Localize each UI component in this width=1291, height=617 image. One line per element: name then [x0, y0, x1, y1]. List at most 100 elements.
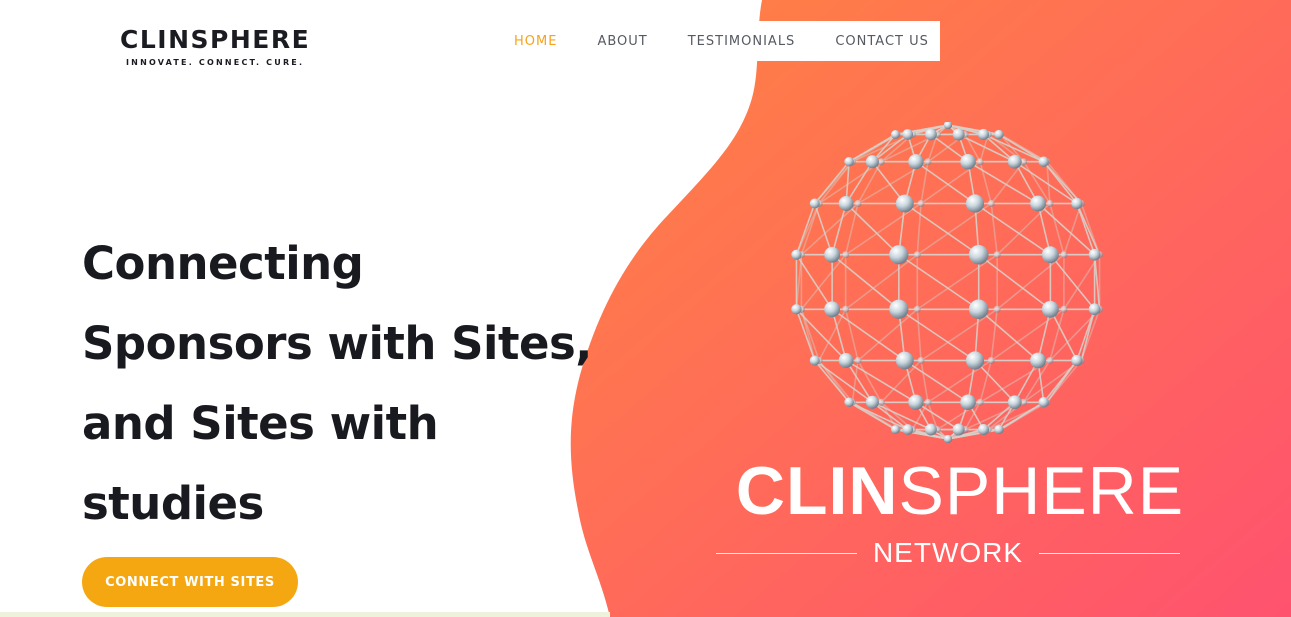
- sphere-node: [960, 153, 976, 170]
- sphere-edge: [1080, 203, 1101, 256]
- sphere-node: [994, 424, 1004, 435]
- sphere-node: [1046, 357, 1054, 364]
- headline-line: and Sites with: [82, 397, 439, 450]
- sphere-node: [895, 194, 914, 213]
- sphere-edge: [1080, 308, 1101, 361]
- sphere-node: [1038, 156, 1049, 167]
- sphere-edge: [990, 203, 998, 255]
- sphere-node: [965, 194, 985, 213]
- sphere-node: [809, 355, 820, 366]
- sphere-node: [994, 129, 1004, 140]
- divider-right: [1039, 552, 1181, 554]
- sphere-edge: [979, 161, 993, 204]
- sphere-node: [924, 128, 937, 141]
- sphere-node: [952, 128, 965, 141]
- hero-headline: Connecting Sponsors with Sites, and Site…: [82, 224, 682, 544]
- sphere-node: [889, 245, 909, 265]
- sphere-edge: [996, 202, 1051, 256]
- network-sphere-icon: [791, 122, 1104, 443]
- sphere-node: [1041, 300, 1059, 318]
- sphere-node: [1030, 352, 1046, 369]
- sphere-node: [838, 353, 854, 368]
- sphere-edge: [920, 360, 929, 403]
- sphere-node: [902, 129, 914, 140]
- divider-left: [716, 552, 857, 554]
- sphere-node: [865, 155, 879, 169]
- sphere-node: [924, 158, 932, 166]
- logo-tagline: INNOVATE. CONNECT. CURE.: [126, 58, 305, 67]
- sphere-node: [1038, 397, 1049, 408]
- sphere-node: [895, 351, 914, 370]
- sphere-node: [976, 158, 984, 166]
- sphere-node: [987, 200, 995, 207]
- sphere-edge: [795, 203, 816, 256]
- sphere-edge: [904, 202, 980, 256]
- sphere-node: [854, 357, 862, 364]
- nav-testimonials[interactable]: TESTIMONIALS: [688, 34, 796, 49]
- sphere-edge: [831, 254, 900, 310]
- nav-home[interactable]: HOME: [514, 34, 557, 49]
- sphere-edge: [845, 202, 900, 256]
- sphere-edge: [916, 309, 922, 361]
- sphere-node: [952, 423, 965, 436]
- page: CLINSPHERE INNOVATE. CONNECT. CURE. HOME…: [0, 0, 1291, 617]
- sphere-node: [978, 128, 990, 141]
- sphere-node: [1088, 303, 1101, 316]
- sphere-node: [842, 251, 850, 259]
- sphere-node: [1046, 200, 1054, 207]
- sphere-node: [924, 398, 932, 406]
- sphere-node: [978, 423, 990, 436]
- sphere-wireframe: [791, 122, 1104, 443]
- sphere-edge: [795, 308, 816, 361]
- sphere-node: [865, 395, 879, 409]
- sphere-edge: [996, 254, 1065, 310]
- brand-wordmark: CLINSPHERE: [730, 455, 1190, 527]
- sphere-edge: [1049, 254, 1096, 310]
- sphere-node: [908, 154, 924, 170]
- sphere-node: [993, 305, 1001, 313]
- sphere-node: [791, 304, 802, 315]
- sphere-edge: [978, 254, 1051, 310]
- sphere-edge: [978, 308, 1039, 362]
- sphere-node: [824, 246, 841, 263]
- sphere-edge: [920, 308, 998, 362]
- headline-line: studies: [82, 477, 264, 530]
- sphere-node: [993, 251, 1001, 259]
- sphere-node: [809, 198, 820, 209]
- sphere-node: [854, 200, 862, 207]
- sphere-node: [1071, 354, 1083, 367]
- sphere-node: [902, 424, 914, 435]
- connect-with-sites-button[interactable]: CONNECT WITH SITES: [82, 557, 298, 607]
- sphere-edge: [1046, 161, 1082, 205]
- sphere-node: [976, 398, 984, 406]
- brand-wordmark-light: SPHERE: [898, 453, 1185, 529]
- nav-about[interactable]: ABOUT: [597, 34, 647, 49]
- sphere-node: [908, 394, 924, 410]
- sphere-node: [960, 394, 976, 411]
- sphere-edge: [844, 309, 859, 361]
- sphere-node: [1041, 246, 1059, 264]
- sphere-node: [965, 351, 985, 370]
- sphere-node: [844, 156, 854, 167]
- sphere-node: [890, 130, 900, 139]
- brand-wordmark-bold: CLIN: [735, 453, 899, 529]
- sphere-node: [913, 251, 921, 259]
- sphere-node: [1088, 248, 1101, 261]
- sphere-node: [968, 244, 989, 265]
- sphere-node: [889, 299, 909, 319]
- sphere-node: [842, 305, 850, 313]
- sphere-node: [844, 397, 854, 408]
- sphere-node: [987, 357, 995, 364]
- sphere-node: [1071, 197, 1083, 210]
- sphere-node: [1060, 251, 1068, 259]
- sphere-edge: [990, 161, 1025, 204]
- sphere-node: [924, 423, 937, 436]
- sphere-node: [1030, 195, 1046, 212]
- headline-line: Sponsors with Sites,: [82, 317, 592, 370]
- sphere-node: [791, 249, 802, 260]
- nav-contact-us[interactable]: CONTACT US: [835, 34, 929, 49]
- sphere-node: [1007, 395, 1022, 410]
- sphere-node: [1060, 305, 1068, 313]
- site-logo[interactable]: CLINSPHERE INNOVATE. CONNECT. CURE.: [120, 26, 320, 68]
- brand-subtitle: NETWORK: [716, 537, 1181, 568]
